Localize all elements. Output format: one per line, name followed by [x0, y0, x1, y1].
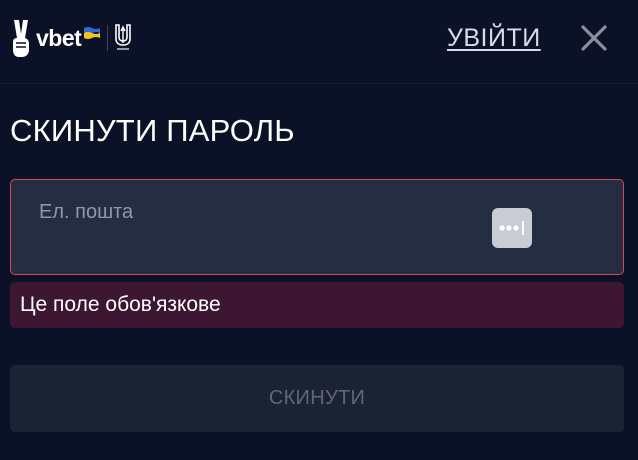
close-icon — [581, 25, 607, 51]
page-title: СКИНУТИ ПАРОЛЬ — [10, 113, 295, 148]
login-link[interactable]: УВІЙТИ — [447, 22, 541, 54]
reset-password-page: vbet УВІЙТИ СКИНУТИ ПАРОЛЬ Ел. пошта Це … — [0, 0, 638, 460]
ukraine-flag-icon — [84, 27, 101, 39]
vbet-logo[interactable]: vbet — [10, 18, 132, 58]
close-button[interactable] — [574, 18, 614, 58]
header: vbet УВІЙТИ — [0, 0, 638, 84]
reset-submit-button[interactable]: СКИНУТИ — [10, 365, 624, 432]
password-dots-icon — [499, 221, 524, 235]
logo-divider — [107, 25, 109, 51]
error-text: Це поле обов'язкове — [20, 293, 221, 316]
brand-name: vbet — [36, 25, 82, 51]
email-field[interactable]: Ел. пошта — [10, 179, 624, 275]
ukraine-football-emblem-icon — [115, 24, 132, 50]
password-manager-button[interactable] — [492, 208, 532, 248]
email-error-message: Це поле обов'язкове — [10, 282, 624, 328]
victory-hand-icon — [13, 20, 29, 57]
